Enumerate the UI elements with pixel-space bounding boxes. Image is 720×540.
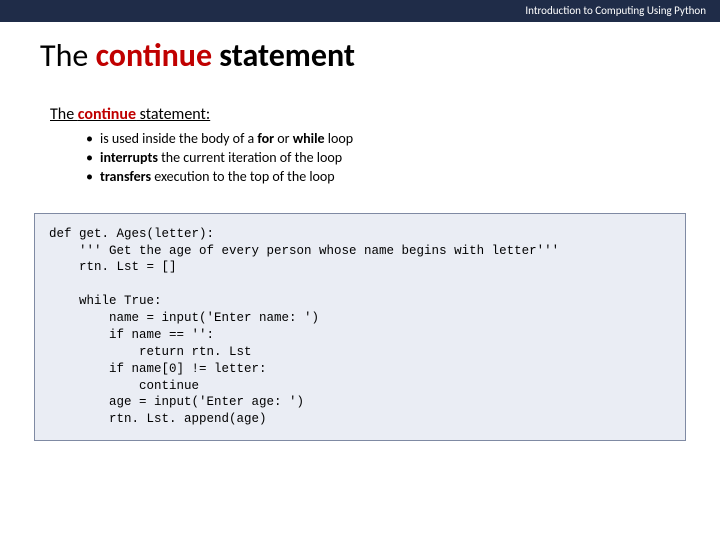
slide-title: The continue statement [40, 36, 680, 75]
subheading-suffix: statement: [136, 105, 210, 124]
bullet-keyword: transfers [100, 168, 151, 185]
list-item: is used inside the body of a for or whil… [86, 130, 670, 149]
subheading-keyword: continue [78, 105, 136, 124]
bullet-text: the current iteration of the loop [158, 149, 342, 166]
bullet-keyword: interrupts [100, 149, 158, 166]
header-bar: Introduction to Computing Using Python [0, 0, 720, 22]
bullet-text: execution to the top of the loop [151, 168, 335, 185]
bullet-text: is used inside the body of a [100, 130, 257, 147]
bullet-keyword: while [293, 130, 325, 147]
title-area: The continue statement [0, 22, 720, 85]
bullet-keyword: for [257, 130, 274, 147]
bullet-text: or [274, 130, 293, 147]
title-suffix: statement [212, 36, 355, 75]
content-area: The continue statement: is used inside t… [0, 85, 720, 187]
title-prefix: The [40, 36, 96, 75]
course-label: Introduction to Computing Using Python [525, 4, 706, 17]
list-item: interrupts the current iteration of the … [86, 149, 670, 168]
subheading-prefix: The [50, 105, 78, 124]
title-keyword: continue [96, 36, 213, 75]
list-item: transfers execution to the top of the lo… [86, 168, 670, 187]
bullet-list: is used inside the body of a for or whil… [50, 130, 670, 187]
code-block: def get. Ages(letter): ''' Get the age o… [34, 213, 686, 442]
sub-heading: The continue statement: [50, 105, 670, 124]
bullet-text: loop [325, 130, 354, 147]
